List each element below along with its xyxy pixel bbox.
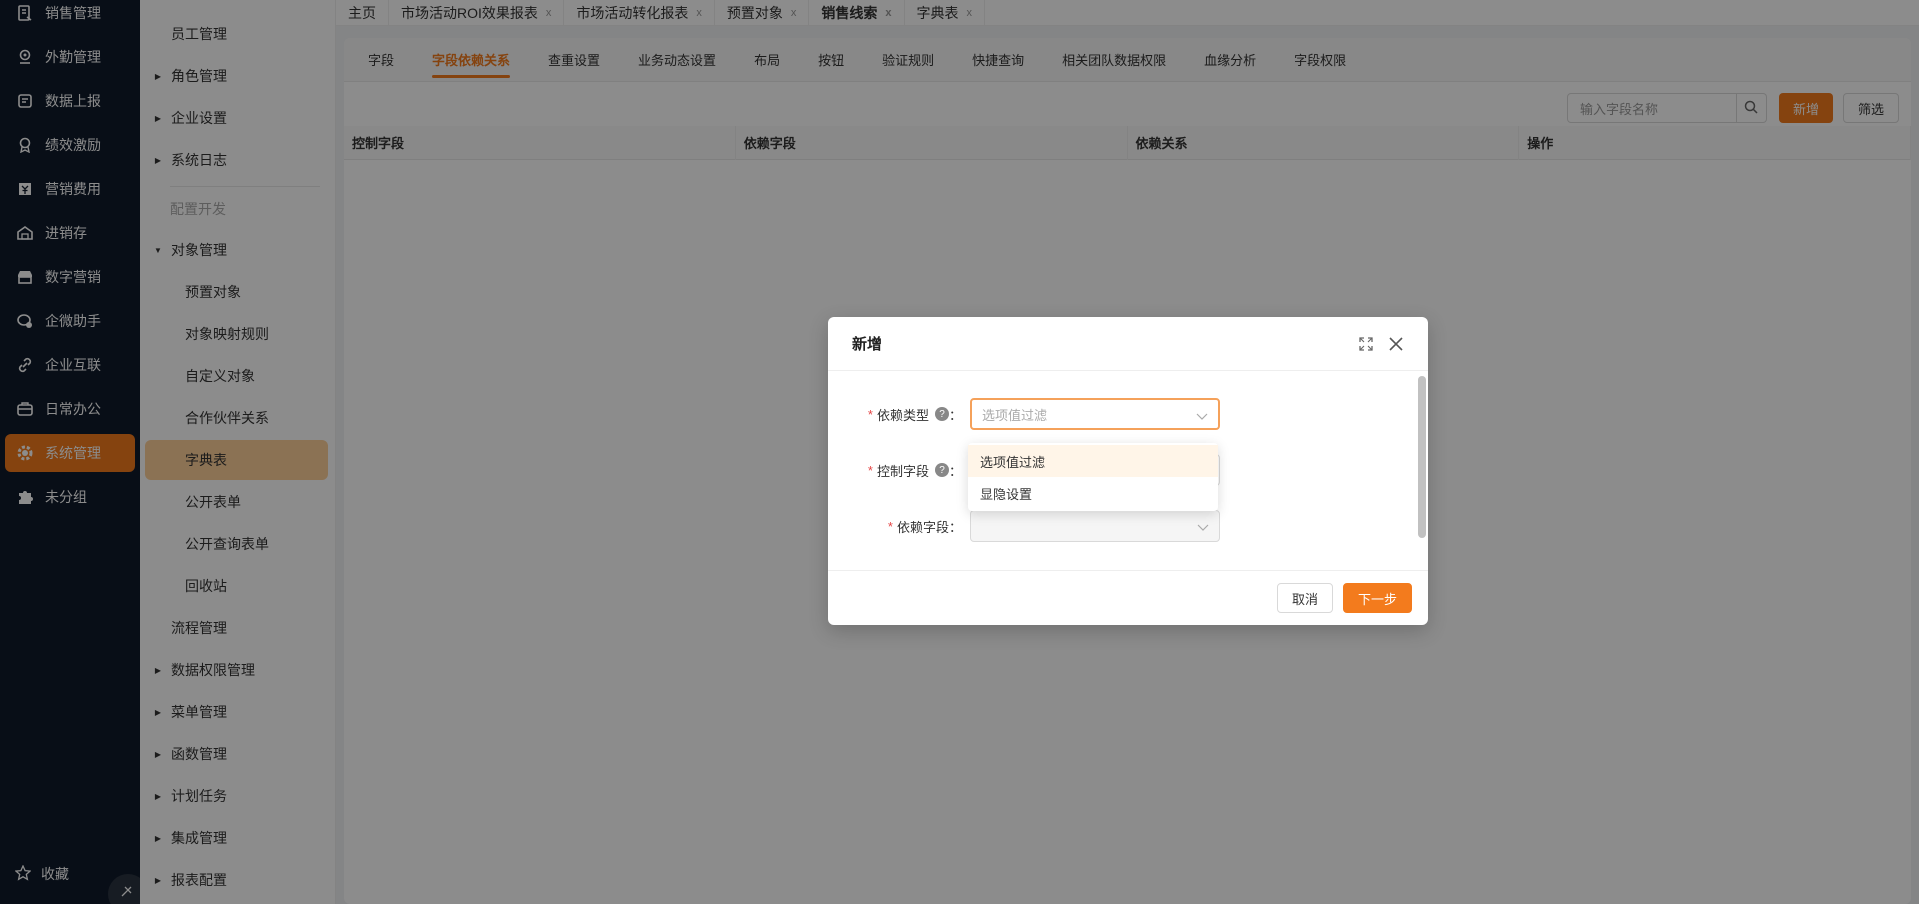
field-label: * 依赖字段： bbox=[887, 518, 962, 535]
dependency-type-dropdown: 选项值过滤 显隐设置 bbox=[968, 443, 1218, 511]
dependency-type-select[interactable]: 选项值过滤 bbox=[970, 398, 1220, 430]
cancel-button[interactable]: 取消 bbox=[1276, 583, 1333, 613]
form-row-dependent-field: * 依赖字段： bbox=[828, 510, 1408, 542]
chevron-down-icon bbox=[1197, 520, 1209, 535]
dialog-header: 新增 bbox=[828, 317, 1428, 371]
select-placeholder: 选项值过滤 bbox=[982, 407, 1048, 423]
help-icon[interactable]: ? bbox=[934, 407, 949, 421]
option-visibility-setting[interactable]: 显隐设置 bbox=[968, 477, 1218, 509]
dialog-title: 新增 bbox=[852, 336, 883, 353]
maximize-icon[interactable] bbox=[1356, 334, 1376, 354]
help-icon[interactable]: ? bbox=[934, 463, 949, 477]
next-button[interactable]: 下一步 bbox=[1342, 583, 1412, 613]
form-row-dependency-type: * 依赖类型?： 选项值过滤 bbox=[828, 398, 1408, 430]
field-label: * 控制字段?： bbox=[867, 462, 962, 479]
dependent-field-select[interactable] bbox=[970, 510, 1220, 542]
scrollbar-thumb[interactable] bbox=[1418, 376, 1426, 538]
option-value-filter[interactable]: 选项值过滤 bbox=[968, 445, 1218, 477]
dialog-scrollbar[interactable] bbox=[1418, 376, 1426, 562]
chevron-down-icon bbox=[1196, 409, 1208, 424]
dialog-footer: 取消 下一步 bbox=[828, 570, 1428, 625]
field-label: * 依赖类型?： bbox=[867, 406, 962, 423]
close-icon[interactable] bbox=[1386, 334, 1406, 354]
